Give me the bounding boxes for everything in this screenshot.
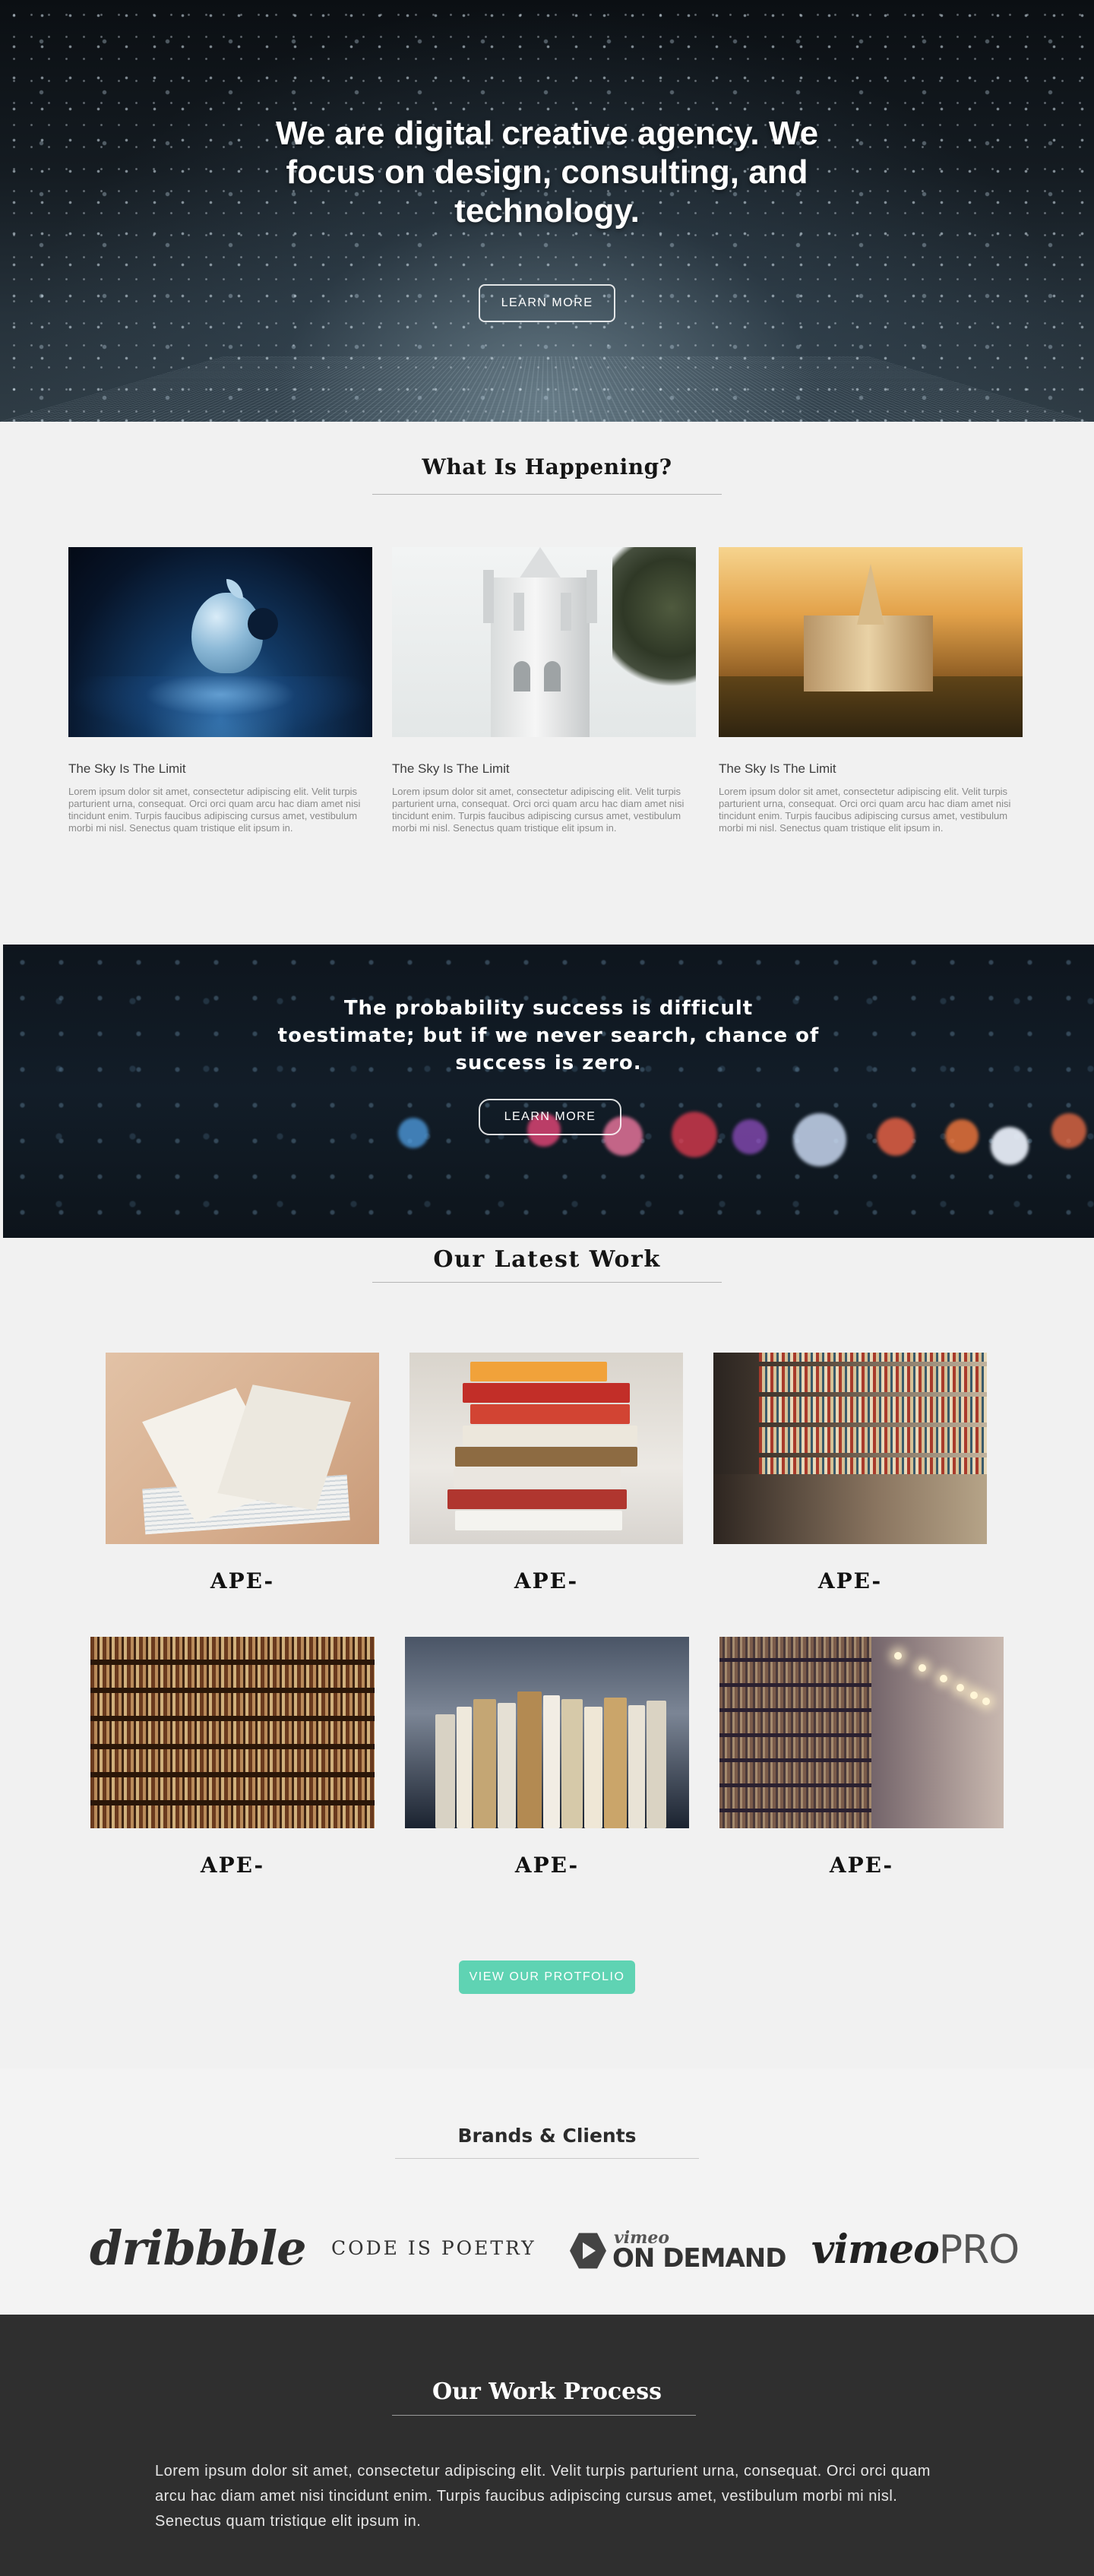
work-item-label: APE-: [200, 1853, 265, 1878]
hero-headline: We are digital creative agency. We focus…: [275, 115, 819, 229]
open-book-image: [106, 1353, 379, 1544]
dribbble-logo[interactable]: dribbble: [90, 2220, 307, 2276]
code-is-poetry-logo[interactable]: CODE IS POETRY: [331, 2237, 536, 2259]
apple-logo-image: [68, 547, 372, 737]
process-text: Lorem ipsum dolor sit amet, consectetur …: [155, 2463, 931, 2530]
quote-banner: The probability success is difficult toe…: [3, 945, 1094, 1238]
work-item-label: APE-: [514, 1853, 580, 1878]
work-title-divider: [372, 1282, 722, 1283]
book-stack-image: [409, 1353, 683, 1544]
vimeo-pro-light-text: PRO: [938, 2227, 1020, 2273]
church-tower-image: [392, 547, 696, 737]
vimeo-pro-bold-text: vimeo: [811, 2226, 940, 2273]
work-item[interactable]: APE-: [405, 1637, 689, 1878]
hero-learn-more-button[interactable]: LEARN MORE: [479, 284, 615, 322]
news-card-title[interactable]: The Sky Is The Limit: [719, 761, 1023, 777]
book-spines-image: [405, 1637, 689, 1828]
work-item[interactable]: APE-: [106, 1353, 390, 1593]
news-card-text: Lorem ipsum dolor sit amet, consectetur …: [719, 786, 1011, 834]
vimeo-pro-logo[interactable]: vimeoPRO: [811, 2226, 1020, 2273]
lamp-library-image: [719, 1637, 1004, 1828]
work-item-label: APE-: [210, 1568, 275, 1593]
process-title: Our Work Process: [432, 2378, 662, 2405]
work-item-label: APE-: [817, 1568, 883, 1593]
news-card[interactable]: The Sky Is The Limit Lorem ipsum dolor s…: [392, 547, 696, 834]
quote-learn-more-button[interactable]: LEARN MORE: [479, 1099, 621, 1135]
brands-title: Brands & Clients: [457, 2125, 637, 2147]
news-section-title: What Is Happening?: [422, 454, 672, 479]
brands-title-divider: [395, 2158, 699, 2159]
bookshelf-image: [90, 1637, 375, 1828]
process-title-divider: [392, 2415, 696, 2416]
work-item-label: APE-: [829, 1853, 894, 1878]
temple-sunset-image: [719, 547, 1023, 737]
work-section-title: Our Latest Work: [433, 1246, 661, 1273]
brands-section: Brands & Clients dribbble CODE IS POETRY…: [0, 2068, 1094, 2315]
work-item[interactable]: APE-: [719, 1637, 1004, 1878]
news-card-text: Lorem ipsum dolor sit amet, consectetur …: [68, 786, 361, 834]
vimeo-on-demand-logo[interactable]: vimeo ON DEMAND: [570, 2228, 786, 2275]
curved-library-image: [713, 1353, 987, 1544]
work-process-section: Our Work Process Lorem ipsum dolor sit a…: [0, 2315, 1094, 2576]
news-card[interactable]: The Sky Is The Limit Lorem ipsum dolor s…: [68, 547, 372, 834]
raindrops-background: [3, 945, 1094, 1238]
vimeo-on-demand-big-text: ON DEMAND: [612, 2243, 786, 2274]
work-item-label: APE-: [514, 1568, 579, 1593]
work-item[interactable]: APE-: [90, 1637, 375, 1878]
news-card-text: Lorem ipsum dolor sit amet, consectetur …: [392, 786, 685, 834]
work-item[interactable]: APE-: [713, 1353, 998, 1593]
news-card-title[interactable]: The Sky Is The Limit: [392, 761, 696, 777]
news-title-divider: [372, 494, 722, 495]
news-card-title[interactable]: The Sky Is The Limit: [68, 761, 372, 777]
news-card[interactable]: The Sky Is The Limit Lorem ipsum dolor s…: [719, 547, 1023, 834]
view-portfolio-button[interactable]: VIEW OUR PROTFOLIO: [459, 1960, 635, 1994]
quote-text: The probability success is difficult toe…: [277, 997, 820, 1074]
hero-banner: We are digital creative agency. We focus…: [0, 0, 1094, 422]
work-item[interactable]: APE-: [409, 1353, 694, 1593]
